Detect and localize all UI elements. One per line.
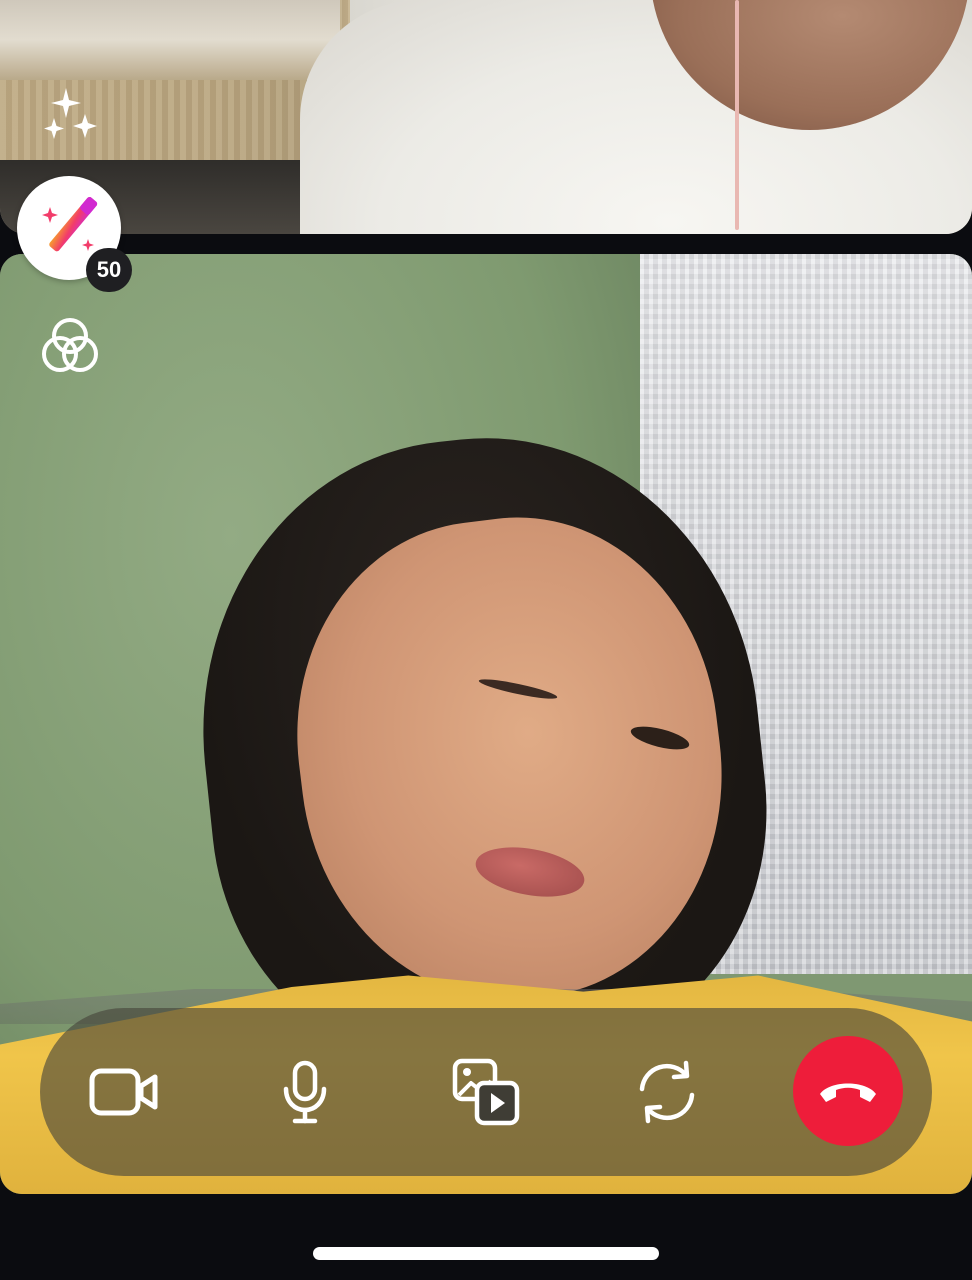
microphone-icon bbox=[283, 1060, 327, 1124]
photo-video-icon bbox=[452, 1058, 520, 1126]
toggle-microphone-button[interactable] bbox=[253, 1040, 357, 1144]
overlapping-circles-icon bbox=[42, 318, 98, 372]
end-call-button[interactable] bbox=[793, 1036, 903, 1146]
sparkles-icon bbox=[44, 88, 97, 139]
flip-camera-button[interactable] bbox=[615, 1040, 719, 1144]
sparkles-button[interactable] bbox=[34, 80, 106, 152]
video-camera-icon bbox=[89, 1068, 158, 1116]
filters-button[interactable] bbox=[36, 312, 104, 380]
toggle-video-button[interactable] bbox=[72, 1040, 176, 1144]
home-indicator[interactable] bbox=[313, 1247, 659, 1260]
flip-camera-icon bbox=[639, 1060, 695, 1124]
phone-hangup-icon bbox=[820, 1083, 876, 1102]
remote-background-blanket bbox=[0, 0, 340, 80]
remote-participant-video[interactable] bbox=[0, 0, 972, 234]
magic-wand-icon bbox=[42, 197, 98, 252]
share-media-button[interactable] bbox=[434, 1040, 538, 1144]
effects-count-badge: 50 bbox=[86, 248, 132, 292]
video-call-screen: 50 bbox=[0, 0, 972, 1280]
remote-earphone-cable bbox=[735, 0, 739, 230]
